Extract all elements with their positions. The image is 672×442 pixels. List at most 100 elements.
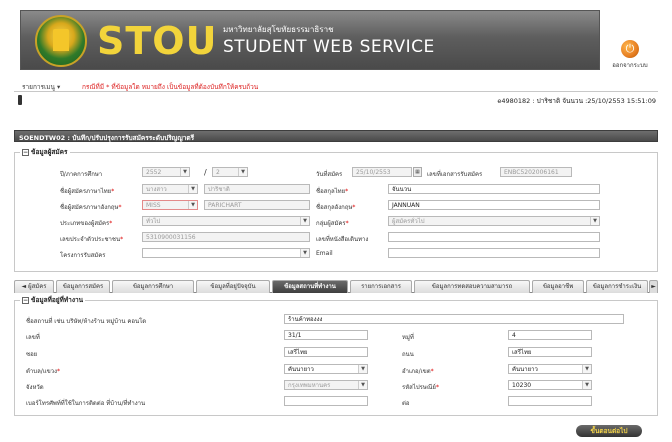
tab-workplace[interactable]: ข้อมูลสถานที่ทำงาน [272,280,348,293]
info-row: e4980182 : ปาริชาติ จันนวน :25/10/2553 1… [14,94,658,106]
term-value: 2 [216,169,220,176]
applicant-legend: − ข้อมูลผู้สมัคร [20,147,70,157]
ext-label: ต่อ [402,400,410,407]
year-select[interactable]: 2552 ▼ [142,167,190,177]
year-value: 2552 [146,169,162,176]
district-value: คันนายาว [512,366,538,373]
en-title-value: MISS [146,202,161,209]
chevron-down-icon: ▼ [582,381,591,389]
type-label: ประเภทของผู้สมัคร* [60,220,113,227]
ext-input[interactable] [508,396,592,406]
project-label: โครงการรับสมัคร [60,252,106,259]
tab-current-address[interactable]: ข้อมูลที่อยู่ปัจจุบัน [196,280,270,293]
doc-no-label: เลขที่เอกสารรับสมัคร [427,171,483,178]
brand-short: STOU [97,19,218,63]
group-label: กลุ่มผู้สมัคร* [316,220,349,227]
district-label: อำเภอ/เขต* [402,368,434,375]
soi-input[interactable]: เสรีไทย [284,347,368,357]
banner: STOU มหาวิทยาลัยสุโขทัยธรรมาธิราช STUDEN… [20,10,600,70]
chevron-down-icon: ▼ [300,249,309,257]
email-label: Email [316,250,333,257]
place-label: ชื่อสถานที่ เช่น บริษัท/ห้างร้าน หมู่บ้า… [26,318,147,325]
postal-value: 10230 [512,382,532,389]
en-name-input[interactable]: PARICHART [204,200,310,210]
chevron-down-icon: ▼ [582,365,591,373]
th-surname-label: ชื่อสกุลไทย* [316,188,349,195]
road-label: ถนน [402,351,414,358]
province-label: จังหวัด [26,384,44,391]
tab-strip: ◄ ผู้สมัคร ข้อมูลการสมัคร ข้อมูลการศึกษา… [14,280,658,293]
house-no-input[interactable]: 31/1 [284,330,368,340]
province-select[interactable]: กรุงเทพมหานคร ▼ [284,380,368,390]
phone-input[interactable] [284,396,368,406]
menu-dropdown[interactable]: รายการเมนู ▾ [22,82,60,92]
tab-applicant[interactable]: ◄ ผู้สมัคร [14,280,54,293]
group-value: ผู้สมัครทั่วไป [392,218,425,225]
subdistrict-select[interactable]: คันนายาว ▼ [284,364,368,374]
id-input[interactable]: 5310900031156 [142,232,310,242]
th-name-label: ชื่อผู้สมัครภาษาไทย* [60,188,115,195]
tab-documents[interactable]: รายการเอกสาร [350,280,412,293]
chevron-down-icon: ▼ [180,168,189,176]
project-select[interactable]: ▼ [142,248,310,258]
university-seal-icon [35,15,87,67]
th-surname-input[interactable]: จันนวน [388,184,600,194]
apply-date-input[interactable]: 25/10/2553 [352,167,412,177]
house-no-label: เลขที่ [26,334,40,341]
collapse-applicant-toggle[interactable]: − [22,148,29,156]
tab-occupation[interactable]: ข้อมูลอาชีพ [532,280,584,293]
info-marker [18,95,22,105]
chevron-down-icon: ▼ [188,185,197,193]
subdistrict-value: คันนายาว [288,366,314,373]
subdistrict-label: ตำบล/แขวง* [26,368,61,375]
tab-application[interactable]: ข้อมูลการสมัคร [56,280,110,293]
tab-scroll-right[interactable]: ► [649,280,658,293]
tab-education[interactable]: ข้อมูลการศึกษา [112,280,194,293]
th-title-value: นางสาว [146,186,167,193]
type-select[interactable]: ทั่วไป ▼ [142,216,310,226]
chevron-down-icon: ▼ [300,217,309,225]
th-name-input[interactable]: ปาริชาติ [204,184,310,194]
chevron-down-icon: ▼ [358,381,367,389]
next-step-button[interactable]: ขั้นตอนต่อไป [576,425,642,437]
year-label: ปี/ภาคการศึกษา [60,171,103,178]
brand-thai: มหาวิทยาลัยสุโขทัยธรรมาธิราช [223,25,334,34]
passport-label: เลขที่หนังสือเดินทาง [316,236,369,243]
province-value: กรุงเทพมหานคร [288,382,331,389]
applicant-legend-text: ข้อมูลผู้สมัคร [31,148,68,156]
collapse-workplace-toggle[interactable]: − [22,296,29,304]
doc-no-input[interactable]: ENBC5202006161 [500,167,572,177]
term-select[interactable]: 2 ▼ [212,167,248,177]
en-surname-input[interactable]: JANNUAN [388,200,600,210]
power-icon: ⏻ [621,40,639,58]
tab-payment[interactable]: ข้อมูลการชำระเงิน [586,280,648,293]
logout-button[interactable]: ⏻ ออกจากระบบ [610,40,650,70]
place-input[interactable]: ร้านค้าทองงง [284,314,624,324]
moo-label: หมู่ที่ [402,334,414,341]
district-select[interactable]: คันนายาว ▼ [508,364,592,374]
moo-input[interactable]: 4 [508,330,592,340]
calendar-icon[interactable]: ▦ [413,167,422,177]
tab-ability-test[interactable]: ข้อมูลการทดสอบความสามารถ [414,280,530,293]
chevron-down-icon: ▼ [590,217,599,225]
apply-date-label: วันที่สมัคร [316,171,343,178]
passport-input[interactable] [388,232,600,242]
email-input[interactable] [388,248,600,258]
user-info: e4980182 : ปาริชาติ จันนวน :25/10/2553 1… [497,97,656,105]
type-value: ทั่วไป [146,218,161,225]
th-title-select[interactable]: นางสาว ▼ [142,184,198,194]
road-input[interactable]: เสรีไทย [508,347,592,357]
workplace-legend-text: ข้อมูลที่อยู่ที่ทำงาน [31,296,84,304]
en-title-select[interactable]: MISS ▼ [142,200,198,210]
postal-select[interactable]: 10230 ▼ [508,380,592,390]
page-title: SOENDTW02 : บันทึก/ปรับปรุงการรับสมัครระ… [19,134,195,142]
year-term-separator: / [204,168,207,177]
page-title-bar: SOENDTW02 : บันทึก/ปรับปรุงการรับสมัครระ… [14,130,658,142]
group-select[interactable]: ผู้สมัครทั่วไป ▼ [388,216,600,226]
header: STOU มหาวิทยาลัยสุโขทัยธรรมาธิราช STUDEN… [0,0,672,76]
workplace-legend: − ข้อมูลที่อยู่ที่ทำงาน [20,295,86,305]
chevron-down-icon: ▼ [238,168,247,176]
soi-label: ซอย [26,351,38,358]
chevron-down-icon: ▼ [188,201,197,209]
seal-emblem-icon [53,29,69,51]
